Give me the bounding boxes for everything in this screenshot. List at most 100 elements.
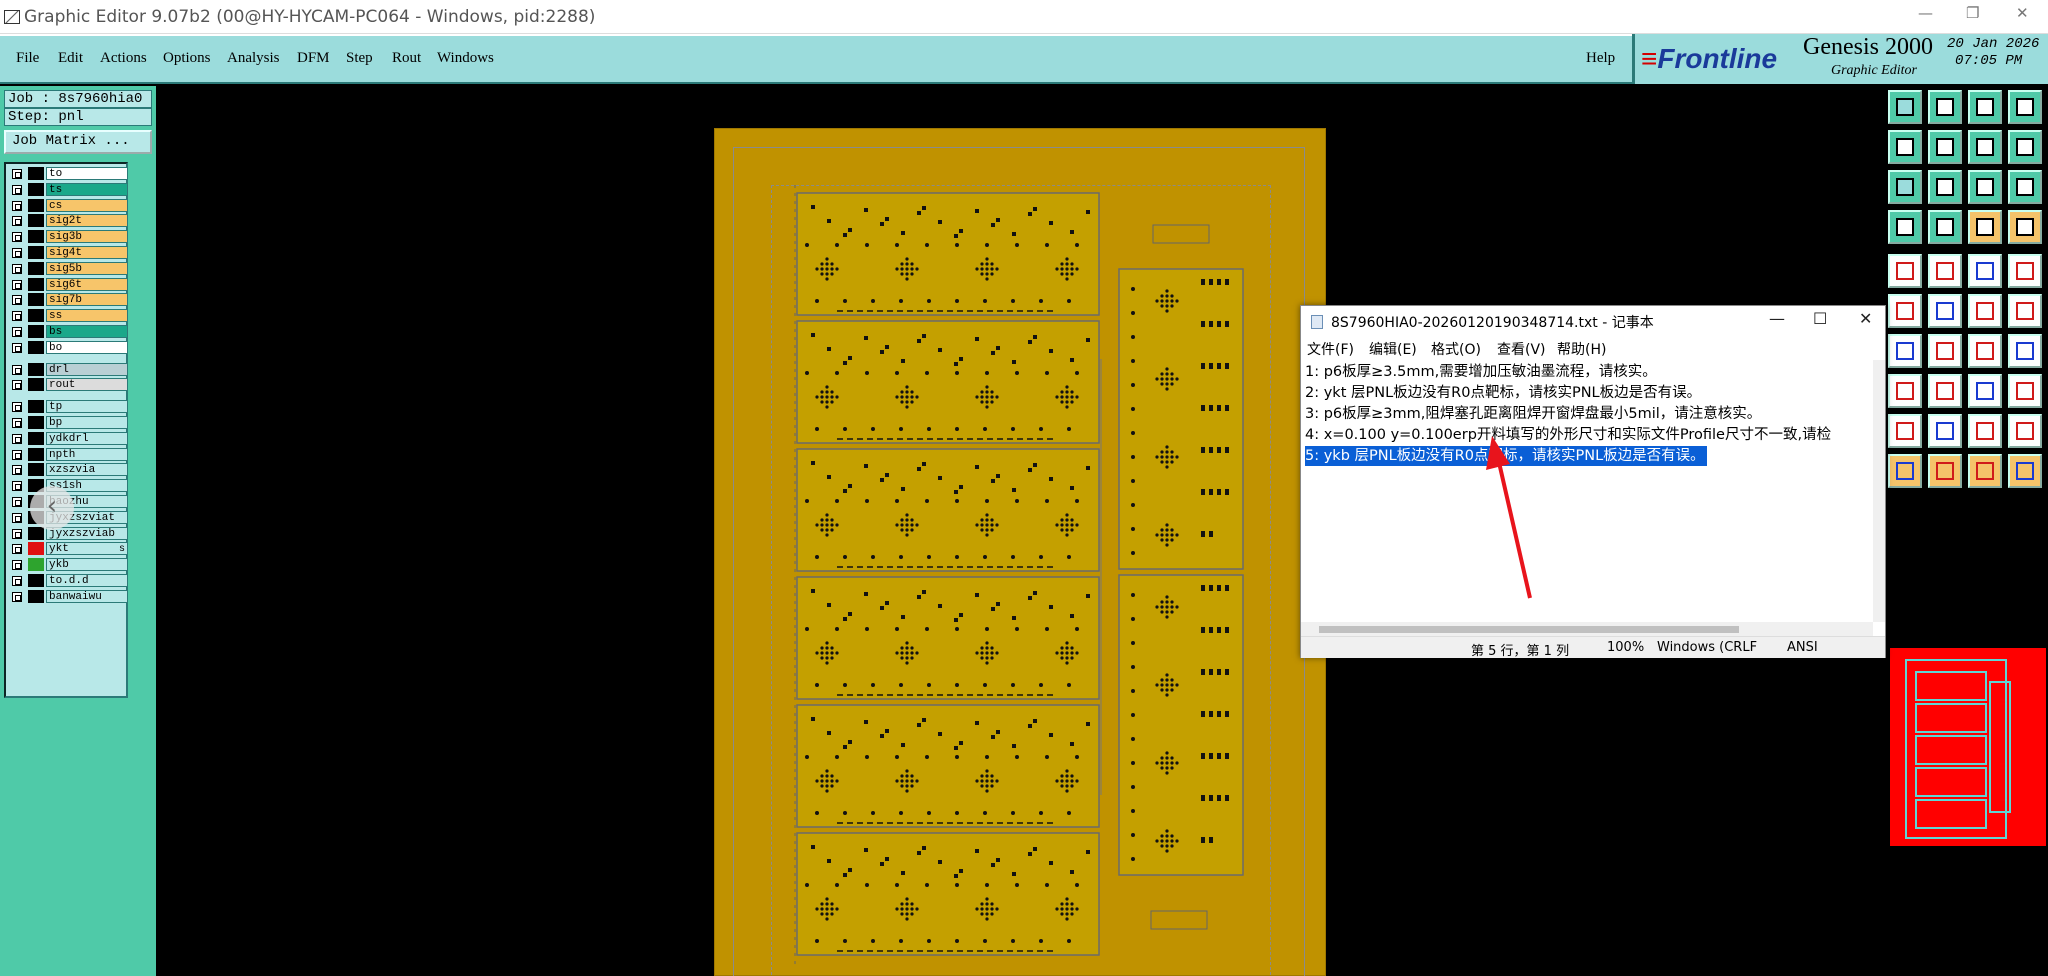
layer-checkbox[interactable] <box>12 263 22 274</box>
fit-icon[interactable] <box>1888 170 1922 204</box>
line-icon[interactable] <box>1968 254 2002 288</box>
menu-file[interactable]: File <box>16 50 39 67</box>
layer-row-drl[interactable]: drl <box>8 362 128 377</box>
layer-name[interactable]: bo <box>46 340 128 354</box>
layer-name[interactable]: xzszvia <box>46 463 128 477</box>
layer-name[interactable]: sig7b <box>46 293 128 307</box>
notepad-vertical-scrollbar[interactable] <box>1873 360 1885 622</box>
layer-row-bo[interactable]: bo <box>8 340 128 355</box>
layer-name[interactable]: sig5b <box>46 261 128 275</box>
layer-checkbox[interactable] <box>12 512 22 523</box>
layer-color-swatch[interactable] <box>28 277 44 291</box>
layer-checkbox[interactable] <box>12 327 22 337</box>
layer-name[interactable]: tp <box>46 400 128 414</box>
layer-row-to-d-d[interactable]: to.d.d <box>8 573 128 588</box>
notepad-minimize-button[interactable]: — <box>1769 309 1785 328</box>
notepad-window[interactable]: 8S7960HIA0-20260120190348714.txt - 记事本 —… <box>1300 305 1886 659</box>
layer-color-swatch[interactable] <box>28 463 44 477</box>
notepad-menu-help[interactable]: 帮助(H) <box>1557 339 1606 359</box>
layer-checkbox[interactable] <box>12 402 22 413</box>
triangle-b-icon[interactable] <box>1968 414 2002 448</box>
layer-checkbox[interactable] <box>12 216 22 227</box>
arrow-sel-icon[interactable] <box>1928 454 1962 488</box>
layer-name[interactable]: to <box>46 167 128 180</box>
notepad-maximize-button[interactable]: ☐ <box>1813 309 1827 328</box>
layer-row-tp[interactable]: tp <box>8 399 128 414</box>
layer-checkbox[interactable] <box>12 232 22 243</box>
layer-row-sig4t[interactable]: sig4t <box>8 245 128 260</box>
layer-row-sig3b[interactable]: sig3b <box>8 229 128 244</box>
layer-row-rout[interactable]: rout <box>8 377 128 392</box>
layer-row-ts[interactable]: ts <box>8 182 128 197</box>
layer-name[interactable]: cs <box>46 198 128 212</box>
layer-row-xzszvia[interactable]: xzszvia <box>8 462 128 477</box>
prev-arrow-icon[interactable]: ‹ <box>30 486 74 530</box>
open-job-icon[interactable] <box>1888 90 1922 124</box>
angle-icon[interactable] <box>1888 334 1922 368</box>
layer-name[interactable]: drl <box>46 362 128 376</box>
slash-icon[interactable] <box>1928 334 1962 368</box>
point-icon[interactable] <box>1968 294 2002 328</box>
layer-color-swatch[interactable] <box>28 167 44 180</box>
dimension-icon[interactable] <box>1968 374 2002 408</box>
layer-color-swatch[interactable] <box>28 558 44 572</box>
group-icon[interactable] <box>2008 374 2042 408</box>
circle-icon[interactable] <box>2008 254 2042 288</box>
layer-checkbox[interactable] <box>12 418 22 428</box>
menu-options[interactable]: Options <box>163 50 211 67</box>
layer-color-swatch[interactable] <box>28 261 44 275</box>
layer-row-bp[interactable]: bp <box>8 415 128 430</box>
layer-checkbox[interactable] <box>12 560 22 571</box>
menu-analysis[interactable]: Analysis <box>227 50 280 67</box>
snap-icon[interactable] <box>1968 210 2002 244</box>
triangle-c-icon[interactable] <box>2008 414 2042 448</box>
layer-checkbox[interactable] <box>12 279 22 290</box>
layer-name[interactable]: ss <box>46 309 128 323</box>
menu-windows[interactable]: Windows <box>437 50 494 67</box>
layer-name[interactable]: ydkdrl <box>46 431 128 445</box>
layer-checkbox[interactable] <box>12 528 22 539</box>
layer-name[interactable]: sig3b <box>46 230 128 244</box>
layer-name[interactable]: bp <box>46 416 128 429</box>
cross-icon[interactable] <box>1928 294 1962 328</box>
layer-checkbox[interactable] <box>12 184 22 195</box>
menu-dfm[interactable]: DFM <box>297 50 330 67</box>
layer-name[interactable]: sig4t <box>46 246 128 259</box>
layer-color-swatch[interactable] <box>28 574 44 587</box>
layer-row-ss[interactable]: ss <box>8 308 128 323</box>
layer-name[interactable]: banwaiwu <box>46 589 128 603</box>
notepad-menu-format[interactable]: 格式(O) <box>1431 339 1481 359</box>
shift-icon[interactable] <box>1968 130 2002 164</box>
minimap[interactable] <box>1888 642 2048 852</box>
measure-icon[interactable] <box>2008 210 2042 244</box>
layer-row-jyxzszviab[interactable]: jyxzszviab <box>8 526 128 541</box>
menu-actions[interactable]: Actions <box>100 50 147 67</box>
home-icon[interactable] <box>1968 90 2002 124</box>
layer-checkbox[interactable] <box>12 591 22 602</box>
layer-color-swatch[interactable] <box>28 214 44 228</box>
add-pad-icon[interactable] <box>1888 374 1922 408</box>
layer-name[interactable]: bs <box>46 325 128 338</box>
layer-checkbox[interactable] <box>12 544 22 555</box>
export-icon[interactable] <box>1928 130 1962 164</box>
pointer-red-icon[interactable] <box>2008 294 2042 328</box>
layer-row-npth[interactable]: npth <box>8 447 128 462</box>
menu-edit[interactable]: Edit <box>58 50 83 67</box>
notepad-menu-view[interactable]: 查看(V) <box>1497 339 1546 359</box>
notepad-text-area[interactable]: 1: p6板厚≥3.5mm,需要增加压敏油墨流程，请核实。 2: ykt 层PN… <box>1301 360 1873 622</box>
layer-row-sig2t[interactable]: sig2t <box>8 213 128 228</box>
layer-row-cs[interactable]: cs <box>8 198 128 213</box>
scroll-thumb[interactable] <box>1319 626 1739 633</box>
layer-checkbox[interactable] <box>12 342 22 353</box>
close-button[interactable]: ✕ <box>2016 4 2029 22</box>
pad-blue-icon[interactable] <box>1888 294 1922 328</box>
layer-color-swatch[interactable] <box>28 526 44 540</box>
layout-icon[interactable] <box>2008 90 2042 124</box>
layer-list[interactable]: to ts cs sig2t sig3b sig4t sig5b sig6t sig7b ss bs… <box>4 162 128 698</box>
layer-color-swatch[interactable] <box>28 325 44 338</box>
menu-help[interactable]: Help <box>1586 50 1615 67</box>
layer-color-swatch[interactable] <box>28 416 44 429</box>
notepad-close-button[interactable]: ✕ <box>1859 309 1872 328</box>
select-area-icon[interactable] <box>1928 254 1962 288</box>
layer-name[interactable]: ykt s <box>46 542 128 556</box>
